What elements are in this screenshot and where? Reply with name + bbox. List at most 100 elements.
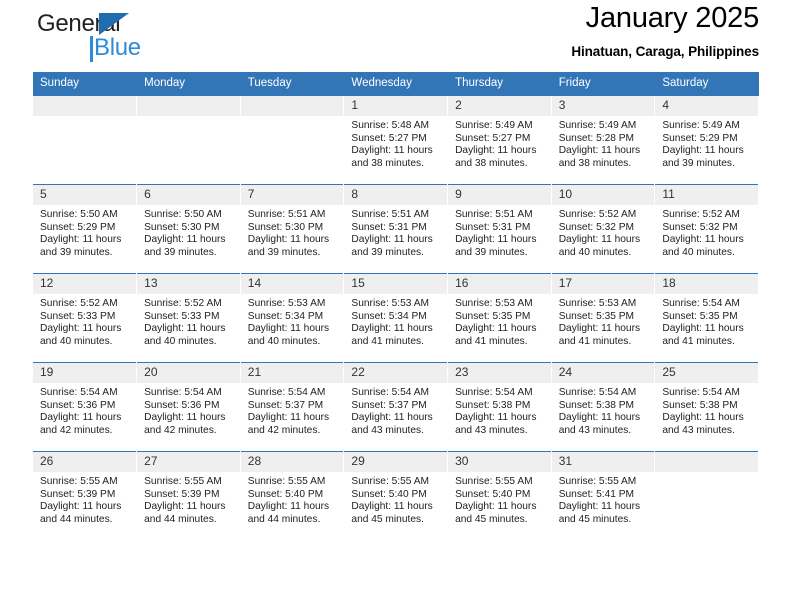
calendar-day-cell[interactable]: 31 Sunrise: 5:55 AM Sunset: 5:41 PM Dayligh… [551, 451, 656, 540]
calendar-day-cell[interactable]: 10 Sunrise: 5:52 AM Sunset: 5:32 PM Dayligh… [551, 184, 656, 274]
day-details: Sunrise: 5:54 AM Sunset: 5:38 PM Daylight:… [552, 383, 655, 437]
day-number: 29 [344, 452, 448, 472]
page-header: General Blue January 2025 Hinatuan, Cara… [33, 0, 759, 72]
day-number: 24 [551, 363, 655, 383]
day-details: Sunrise: 5:54 AM Sunset: 5:36 PM Daylight:… [137, 383, 240, 437]
daylight-text: Daylight: 11 hours and 40 minutes. [662, 234, 744, 258]
day-details: Sunrise: 5:55 AM Sunset: 5:39 PM Daylight:… [33, 472, 136, 526]
sunset-text: Sunset: 5:35 PM [662, 310, 738, 322]
calendar-day-cell-empty [33, 95, 138, 185]
calendar-day-cell[interactable]: 16 Sunrise: 5:53 AM Sunset: 5:35 PM Dayligh… [447, 273, 552, 363]
calendar-day-cell[interactable]: 26 Sunrise: 5:55 AM Sunset: 5:39 PM Dayligh… [33, 451, 138, 540]
weekday-header-monday: Monday [136, 72, 241, 96]
sunrise-text: Sunrise: 5:54 AM [455, 387, 533, 398]
sunrise-text: Sunrise: 5:55 AM [455, 476, 533, 487]
calendar-day-cell-empty [240, 95, 345, 185]
calendar-day-cell[interactable]: 15 Sunrise: 5:53 AM Sunset: 5:34 PM Dayligh… [343, 273, 449, 363]
calendar-day-cell[interactable]: 23 Sunrise: 5:54 AM Sunset: 5:38 PM Dayligh… [447, 362, 552, 452]
calendar-day-cell[interactable]: 21 Sunrise: 5:54 AM Sunset: 5:37 PM Dayligh… [240, 362, 345, 452]
sunrise-text: Sunrise: 5:50 AM [144, 209, 222, 220]
calendar-day-cell[interactable]: 5 Sunrise: 5:50 AM Sunset: 5:29 PM Daylight… [33, 184, 138, 274]
sunset-text: Sunset: 5:35 PM [455, 310, 531, 322]
general-blue-logo[interactable]: General Blue [33, 4, 213, 64]
day-details: Sunrise: 5:55 AM Sunset: 5:40 PM Daylight:… [448, 472, 551, 526]
day-details: Sunrise: 5:53 AM Sunset: 5:35 PM Daylight:… [448, 294, 551, 348]
calendar-day-cell[interactable]: 30 Sunrise: 5:55 AM Sunset: 5:40 PM Dayligh… [447, 451, 552, 540]
day-number: 6 [137, 185, 240, 205]
calendar-day-cell[interactable]: 13 Sunrise: 5:52 AM Sunset: 5:33 PM Dayligh… [136, 273, 241, 363]
sunrise-text: Sunrise: 5:50 AM [40, 209, 118, 220]
day-number: 7 [240, 185, 344, 205]
title-block: January 2025 Hinatuan, Caraga, Philippin… [571, 0, 759, 59]
daylight-text: Daylight: 11 hours and 42 minutes. [247, 412, 330, 436]
sunset-text: Sunset: 5:31 PM [351, 221, 427, 233]
day-number: 8 [344, 185, 448, 205]
daylight-text: Daylight: 11 hours and 41 minutes. [351, 323, 433, 347]
day-number [240, 96, 344, 116]
calendar-day-cell[interactable]: 9 Sunrise: 5:51 AM Sunset: 5:31 PM Daylight… [447, 184, 552, 274]
daylight-text: Daylight: 11 hours and 39 minutes. [144, 234, 226, 258]
calendar-day-cell[interactable]: 3 Sunrise: 5:49 AM Sunset: 5:28 PM Daylight… [551, 95, 656, 185]
weekday-header-sunday: Sunday [33, 72, 138, 96]
calendar-day-cell[interactable]: 6 Sunrise: 5:50 AM Sunset: 5:30 PM Daylight… [136, 184, 241, 274]
sunrise-text: Sunrise: 5:53 AM [247, 298, 326, 309]
sunset-text: Sunset: 5:41 PM [558, 488, 635, 500]
calendar-day-cell[interactable]: 29 Sunrise: 5:55 AM Sunset: 5:40 PM Dayligh… [343, 451, 449, 540]
sunrise-text: Sunrise: 5:54 AM [662, 387, 740, 398]
calendar-day-cell-empty [654, 451, 759, 540]
calendar-day-cell[interactable]: 2 Sunrise: 5:49 AM Sunset: 5:27 PM Daylight… [447, 95, 552, 185]
sunset-text: Sunset: 5:40 PM [247, 488, 324, 500]
sunset-text: Sunset: 5:36 PM [144, 399, 220, 411]
day-details: Sunrise: 5:54 AM Sunset: 5:38 PM Daylight:… [448, 383, 551, 437]
calendar-week-row: 1 Sunrise: 5:48 AM Sunset: 5:27 PM Daylight… [33, 95, 759, 185]
day-details: Sunrise: 5:54 AM Sunset: 5:38 PM Daylight:… [655, 383, 758, 437]
calendar-day-cell[interactable]: 12 Sunrise: 5:52 AM Sunset: 5:33 PM Dayligh… [33, 273, 138, 363]
daylight-text: Daylight: 11 hours and 39 minutes. [662, 145, 744, 169]
weekday-header-tuesday: Tuesday [240, 72, 345, 96]
sunset-text: Sunset: 5:32 PM [558, 221, 635, 233]
day-details: Sunrise: 5:55 AM Sunset: 5:41 PM Daylight:… [552, 472, 655, 526]
daylight-text: Daylight: 11 hours and 39 minutes. [351, 234, 433, 258]
calendar-day-cell[interactable]: 25 Sunrise: 5:54 AM Sunset: 5:38 PM Dayligh… [654, 362, 759, 452]
day-details: Sunrise: 5:53 AM Sunset: 5:34 PM Daylight:… [241, 294, 344, 348]
calendar-day-cell[interactable]: 7 Sunrise: 5:51 AM Sunset: 5:30 PM Daylight… [240, 184, 345, 274]
sunrise-text: Sunrise: 5:54 AM [144, 387, 222, 398]
day-details: Sunrise: 5:48 AM Sunset: 5:27 PM Daylight:… [344, 116, 447, 170]
calendar-day-cell[interactable]: 28 Sunrise: 5:55 AM Sunset: 5:40 PM Dayligh… [240, 451, 345, 540]
daylight-text: Daylight: 11 hours and 44 minutes. [247, 501, 330, 525]
calendar-header-row: Sunday Monday Tuesday Wednesday Thursday… [33, 72, 759, 96]
calendar-day-cell[interactable]: 11 Sunrise: 5:52 AM Sunset: 5:32 PM Dayligh… [654, 184, 759, 274]
weekday-header-wednesday: Wednesday [343, 72, 449, 96]
calendar-day-cell[interactable]: 1 Sunrise: 5:48 AM Sunset: 5:27 PM Daylight… [343, 95, 449, 185]
calendar-day-cell[interactable]: 17 Sunrise: 5:53 AM Sunset: 5:35 PM Dayligh… [551, 273, 656, 363]
daylight-text: Daylight: 11 hours and 39 minutes. [40, 234, 122, 258]
day-details: Sunrise: 5:51 AM Sunset: 5:31 PM Daylight:… [344, 205, 447, 259]
sunrise-text: Sunrise: 5:49 AM [455, 120, 533, 131]
day-details: Sunrise: 5:50 AM Sunset: 5:29 PM Daylight:… [33, 205, 136, 259]
calendar-day-cell[interactable]: 22 Sunrise: 5:54 AM Sunset: 5:37 PM Dayligh… [343, 362, 449, 452]
calendar-day-cell[interactable]: 27 Sunrise: 5:55 AM Sunset: 5:39 PM Dayligh… [136, 451, 241, 540]
sunset-text: Sunset: 5:38 PM [662, 399, 738, 411]
sunrise-text: Sunrise: 5:49 AM [558, 120, 637, 131]
calendar-day-cell[interactable]: 4 Sunrise: 5:49 AM Sunset: 5:29 PM Daylight… [654, 95, 759, 185]
calendar-day-cell[interactable]: 8 Sunrise: 5:51 AM Sunset: 5:31 PM Daylight… [343, 184, 449, 274]
sunset-text: Sunset: 5:30 PM [247, 221, 324, 233]
calendar-day-cell[interactable]: 19 Sunrise: 5:54 AM Sunset: 5:36 PM Dayligh… [33, 362, 138, 452]
sunrise-text: Sunrise: 5:54 AM [351, 387, 430, 398]
calendar-day-cell[interactable]: 24 Sunrise: 5:54 AM Sunset: 5:38 PM Dayligh… [551, 362, 656, 452]
day-details: Sunrise: 5:55 AM Sunset: 5:40 PM Daylight:… [241, 472, 344, 526]
sunrise-text: Sunrise: 5:54 AM [662, 298, 740, 309]
sunrise-text: Sunrise: 5:51 AM [351, 209, 430, 220]
calendar-day-cell[interactable]: 18 Sunrise: 5:54 AM Sunset: 5:35 PM Dayligh… [654, 273, 759, 363]
calendar-day-cell[interactable]: 20 Sunrise: 5:54 AM Sunset: 5:36 PM Dayligh… [136, 362, 241, 452]
day-details: Sunrise: 5:53 AM Sunset: 5:35 PM Daylight:… [552, 294, 655, 348]
sunset-text: Sunset: 5:38 PM [558, 399, 635, 411]
sunrise-text: Sunrise: 5:53 AM [558, 298, 637, 309]
sunset-text: Sunset: 5:27 PM [351, 132, 427, 144]
calendar-table: Sunday Monday Tuesday Wednesday Thursday… [33, 72, 759, 540]
sunset-text: Sunset: 5:34 PM [247, 310, 324, 322]
sunrise-text: Sunrise: 5:55 AM [351, 476, 430, 487]
daylight-text: Daylight: 11 hours and 38 minutes. [351, 145, 433, 169]
calendar-day-cell[interactable]: 14 Sunrise: 5:53 AM Sunset: 5:34 PM Dayligh… [240, 273, 345, 363]
calendar-week-row: 5 Sunrise: 5:50 AM Sunset: 5:29 PM Daylight… [33, 184, 759, 274]
